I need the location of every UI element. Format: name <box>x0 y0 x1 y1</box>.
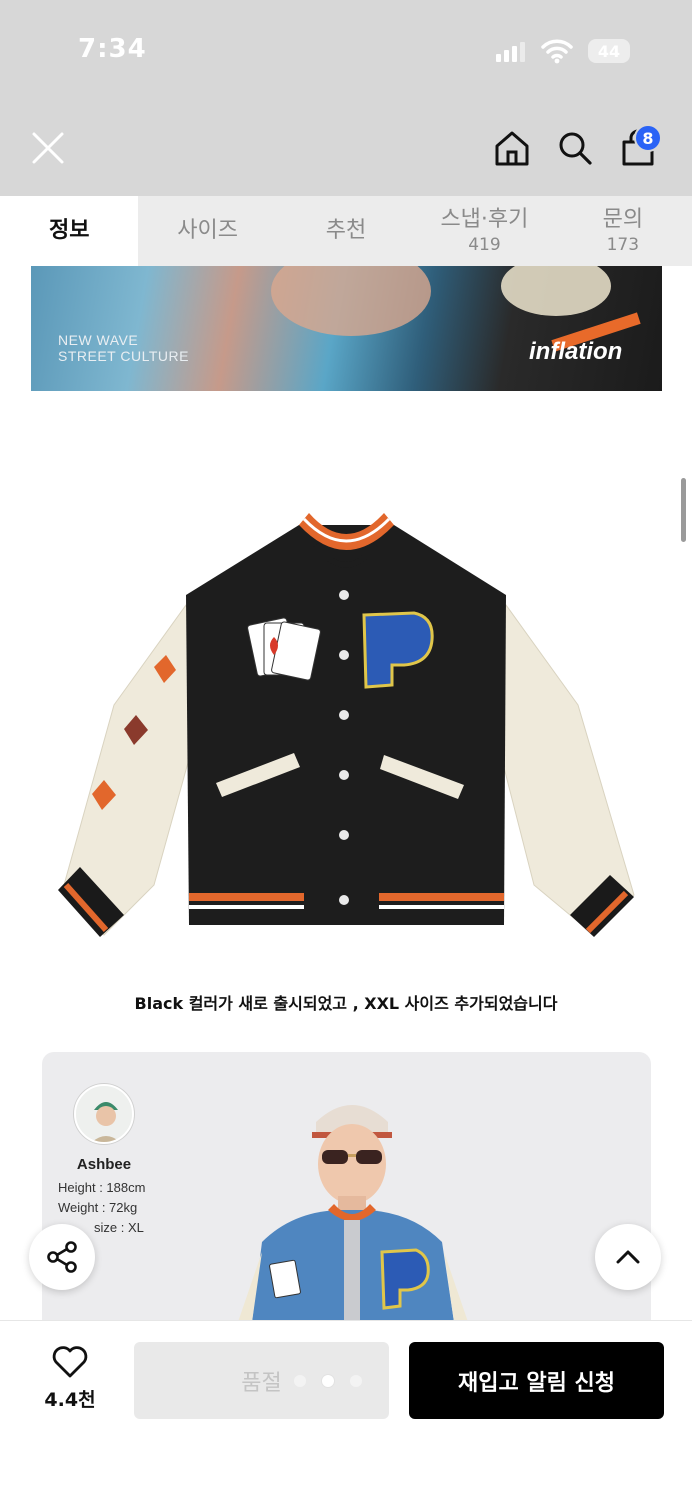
status-bar: 7:34 44 <box>0 0 692 100</box>
tab-label: 정보 <box>48 217 90 243</box>
model-height: Height : 188cm <box>58 1180 146 1195</box>
status-time: 7:34 <box>78 34 147 64</box>
tab-label: 스냅·후기 <box>440 206 529 232</box>
page-indicator-dots <box>294 1375 362 1387</box>
brand-banner-image: NEW WAVE STREET CULTURE inflation <box>31 266 662 391</box>
model-photo <box>238 1105 468 1322</box>
search-button[interactable] <box>553 126 597 170</box>
product-notice-caption: Black 컬러가 새로 출시되었고 , XXL 사이즈 추가되었습니다 <box>134 994 558 1013</box>
tab-label: 문의 <box>602 206 644 232</box>
scroll-indicator <box>681 478 686 542</box>
tab-label: 추천 <box>325 217 367 243</box>
share-button[interactable] <box>29 1224 95 1290</box>
home-icon <box>495 131 529 166</box>
tab-count: 173 <box>606 234 640 255</box>
purchase-bottom-bar: 4.4천 품절 재입고 알림 신청 <box>0 1320 692 1500</box>
home-button[interactable] <box>490 126 534 170</box>
tab-recommend[interactable]: 추천 <box>277 196 415 266</box>
wifi-icon <box>541 39 573 64</box>
tab-count: 419 <box>468 234 501 255</box>
model-avatar <box>74 1084 134 1144</box>
top-navigation <box>0 100 692 196</box>
tab-inquiry[interactable]: 문의 173 <box>554 196 692 266</box>
chevron-up-icon <box>616 1250 640 1264</box>
banner-tagline: NEW WAVE STREET CULTURE <box>58 332 189 364</box>
model-weight: Weight : 72kg <box>58 1200 138 1215</box>
product-tabs: 정보 사이즈 추천 스냅·후기 419 문의 173 <box>0 196 692 266</box>
cart-count-badge: 8 <box>634 124 662 152</box>
scroll-to-top-button[interactable] <box>595 1224 661 1290</box>
share-icon <box>47 1241 77 1273</box>
close-icon <box>32 132 64 164</box>
battery-indicator: 44 <box>588 39 630 63</box>
heart-icon <box>52 1346 88 1378</box>
tab-info[interactable]: 정보 <box>0 196 139 266</box>
tab-snap-review[interactable]: 스냅·후기 419 <box>415 196 553 266</box>
tab-label: 사이즈 <box>177 217 238 243</box>
model-name: Ashbee <box>76 1156 132 1173</box>
signal-icon <box>496 40 525 62</box>
close-button[interactable] <box>26 126 70 170</box>
like-button[interactable]: 4.4천 <box>30 1345 110 1421</box>
restock-alert-button[interactable]: 재입고 알림 신청 <box>409 1342 664 1419</box>
model-fit-card: Ashbee Height : 188cm Weight : 72kg size… <box>42 1052 651 1322</box>
tab-size[interactable]: 사이즈 <box>138 196 276 266</box>
model-size: size : XL <box>94 1220 144 1235</box>
search-icon <box>559 132 592 165</box>
banner-brand-logo: inflation <box>529 338 623 365</box>
like-count: 4.4천 <box>44 1389 96 1411</box>
product-image-jacket <box>58 513 635 937</box>
